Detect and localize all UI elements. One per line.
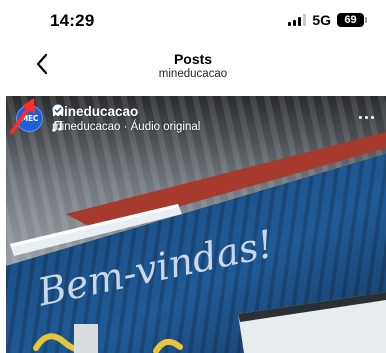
signal-icon: [288, 14, 307, 26]
status-indicators: 5G 69: [288, 11, 367, 29]
page-title: Posts: [173, 51, 213, 67]
audio-row[interactable]: mineducacao · Áudio original: [52, 121, 200, 133]
username-row: mineducacao: [52, 104, 138, 119]
network-label: 5G: [312, 12, 331, 28]
page-subtitle: mineducacao: [158, 68, 228, 80]
battery-icon: 69: [337, 13, 367, 27]
status-bar: 14:29 5G 69: [0, 0, 386, 40]
more-options-button[interactable]: [352, 106, 380, 128]
post-media[interactable]: Bem-vindas! MEC mineducacao mineducacao …: [6, 96, 386, 353]
status-time: 14:29: [50, 11, 95, 30]
username[interactable]: mineducacao: [52, 104, 138, 119]
audio-label: mineducacao · Áudio original: [52, 121, 201, 133]
verified-badge-icon: [52, 104, 64, 116]
red-arrow-icon: [10, 98, 35, 134]
battery-level: 69: [344, 14, 357, 26]
music-note-icon: [52, 121, 62, 132]
post-header: MEC mineducacao mineducacao · Áudio orig…: [6, 96, 386, 140]
more-horizontal-icon: [358, 115, 362, 119]
nav-header: Posts mineducacao: [0, 40, 386, 92]
